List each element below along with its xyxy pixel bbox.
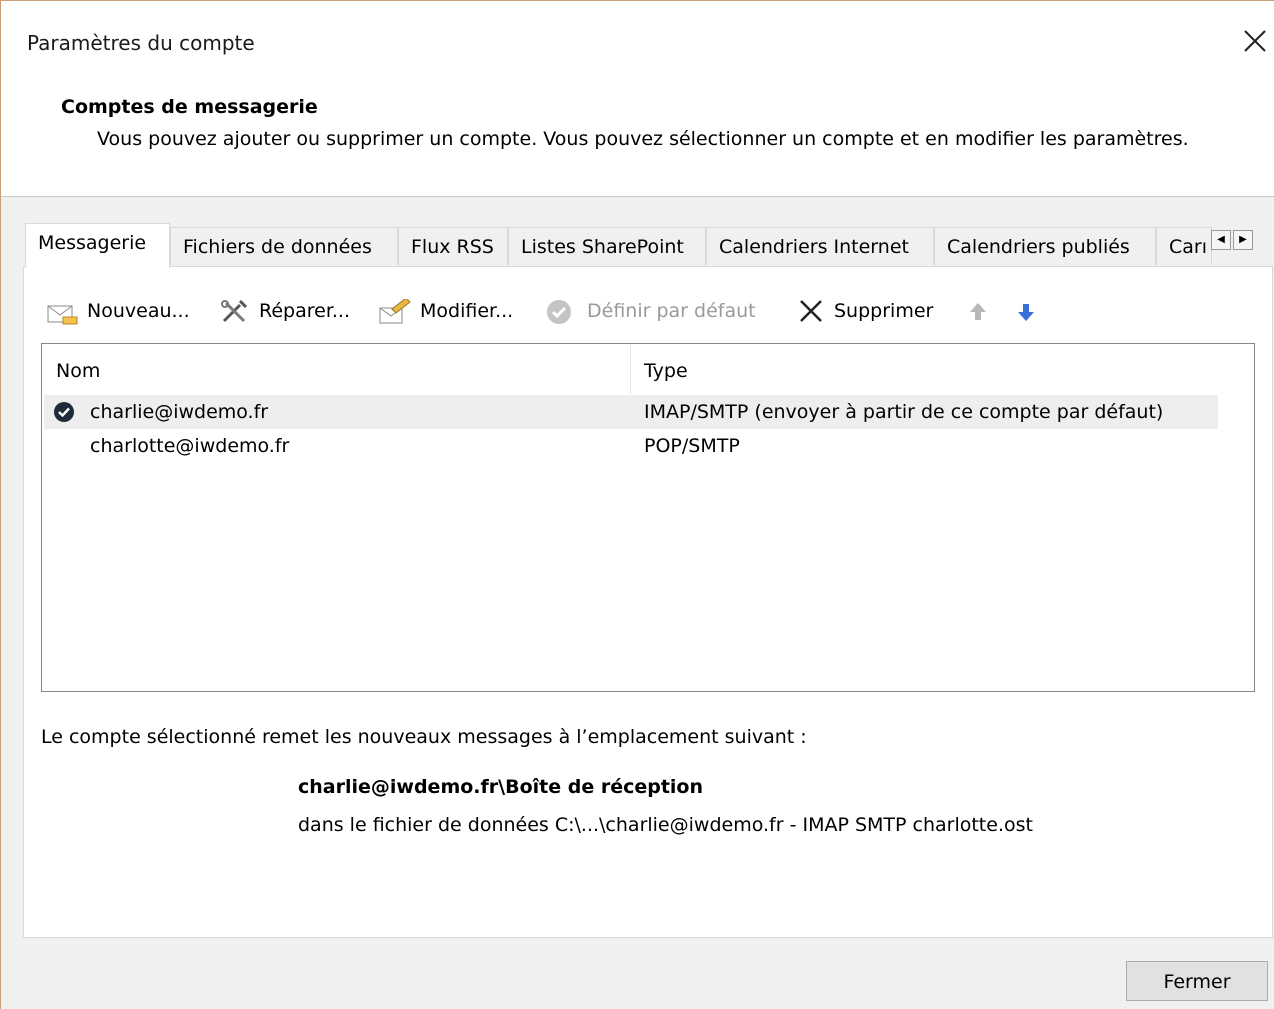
delivery-folder: charlie@iwdemo.fr\Boîte de réception [298,776,704,798]
default-account-check-icon [54,402,74,422]
new-button[interactable]: Nouveau... [45,291,205,331]
account-name: charlie@iwdemo.fr [90,401,269,423]
column-header-type[interactable]: Type [630,344,1218,394]
move-down-button[interactable] [1013,291,1039,331]
dialog-header: Paramètres du compte Comptes de messager… [1,1,1274,197]
tab-strip: Messagerie Fichiers de données Flux RSS … [25,223,1273,268]
set-default-button[interactable]: Définir par défaut [545,291,775,331]
delete-button-label: Supprimer [834,300,934,322]
repair-tools-icon [221,299,248,323]
check-circle-icon [547,300,571,324]
new-button-label: Nouveau... [87,300,190,322]
section-description: Vous pouvez ajouter ou supprimer un comp… [97,128,1189,150]
delivery-intro: Le compte sélectionné remet les nouveaux… [41,726,807,748]
tab-scroll-right-icon[interactable]: ▶ [1233,230,1253,250]
modify-button-label: Modifier... [420,300,514,322]
arrow-down-icon [1018,304,1034,321]
column-header-name[interactable]: Nom [42,344,630,394]
set-default-button-label: Définir par défaut [587,300,756,322]
account-settings-dialog: Paramètres du compte Comptes de messager… [0,0,1274,1009]
repair-button-label: Réparer... [259,300,351,322]
move-up-button[interactable] [965,291,991,331]
tab-scroll-left-icon[interactable]: ◀ [1211,230,1231,250]
close-button[interactable]: Fermer [1126,961,1268,1001]
account-row[interactable]: charlie@iwdemo.fr IMAP/SMTP (envoyer à p… [44,395,1218,429]
arrow-up-icon [970,303,986,320]
account-type: IMAP/SMTP (envoyer à partir de ce compte… [644,401,1164,423]
account-name: charlotte@iwdemo.fr [90,435,290,457]
account-row[interactable]: charlotte@iwdemo.fr POP/SMTP [44,429,1218,463]
tab-published-calendars[interactable]: Calendriers publiés [934,227,1156,265]
window-title: Paramètres du compte [27,31,255,55]
tab-address-books[interactable]: Carı [1156,227,1212,265]
tab-data-files[interactable]: Fichiers de données [170,227,398,265]
new-account-icon [47,305,78,325]
close-icon[interactable] [1239,25,1271,57]
tab-internet-calendars[interactable]: Calendriers Internet [706,227,934,265]
repair-button[interactable]: Réparer... [220,291,370,331]
delete-button[interactable]: Supprimer [797,291,947,331]
modify-account-icon [379,299,411,324]
delete-x-icon [800,300,822,322]
delivery-data-file: dans le fichier de données C:\...\charli… [298,814,1033,836]
section-heading: Comptes de messagerie [61,96,318,118]
account-type: POP/SMTP [644,435,740,457]
tab-sharepoint-lists[interactable]: Listes SharePoint [508,227,706,265]
tab-messagerie[interactable]: Messagerie [25,223,170,268]
accounts-list[interactable]: Nom Type charlie@iwdemo.fr IMAP/SMTP (en… [41,343,1255,692]
modify-button[interactable]: Modifier... [378,291,533,331]
tab-rss-feeds[interactable]: Flux RSS [398,227,508,265]
